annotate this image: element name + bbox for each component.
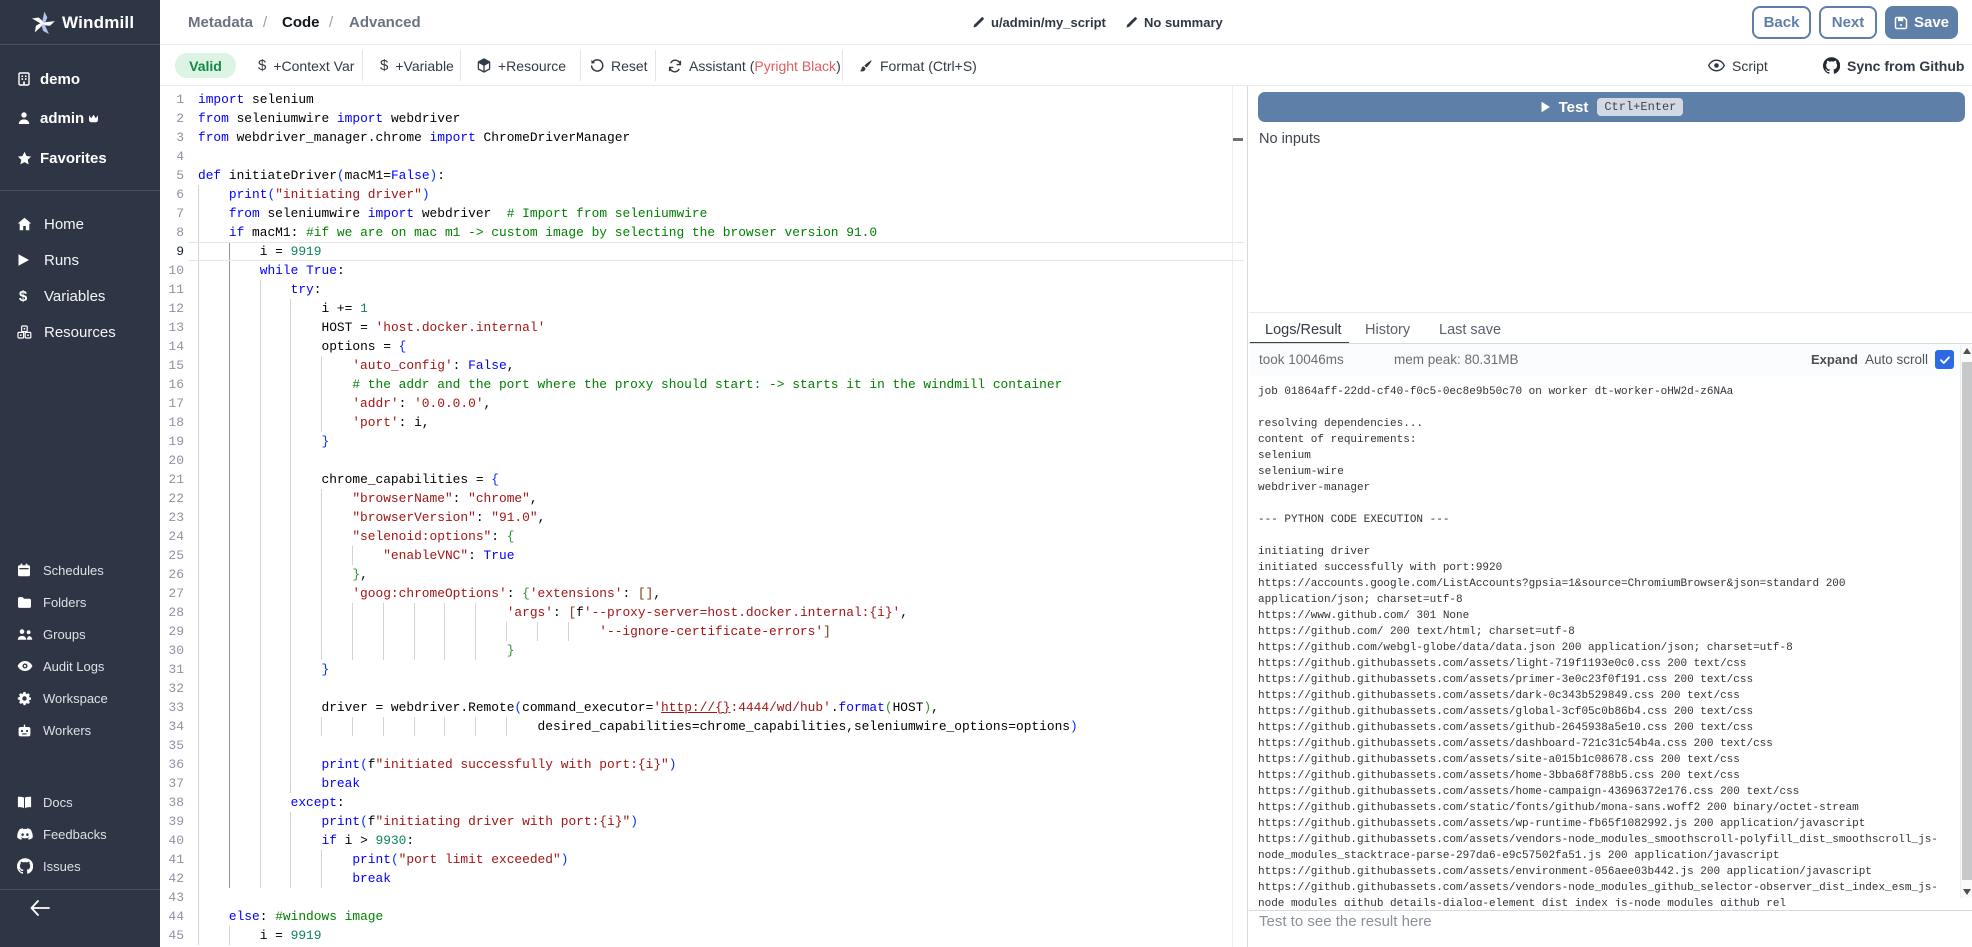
svg-text:$: $ [19,288,28,304]
